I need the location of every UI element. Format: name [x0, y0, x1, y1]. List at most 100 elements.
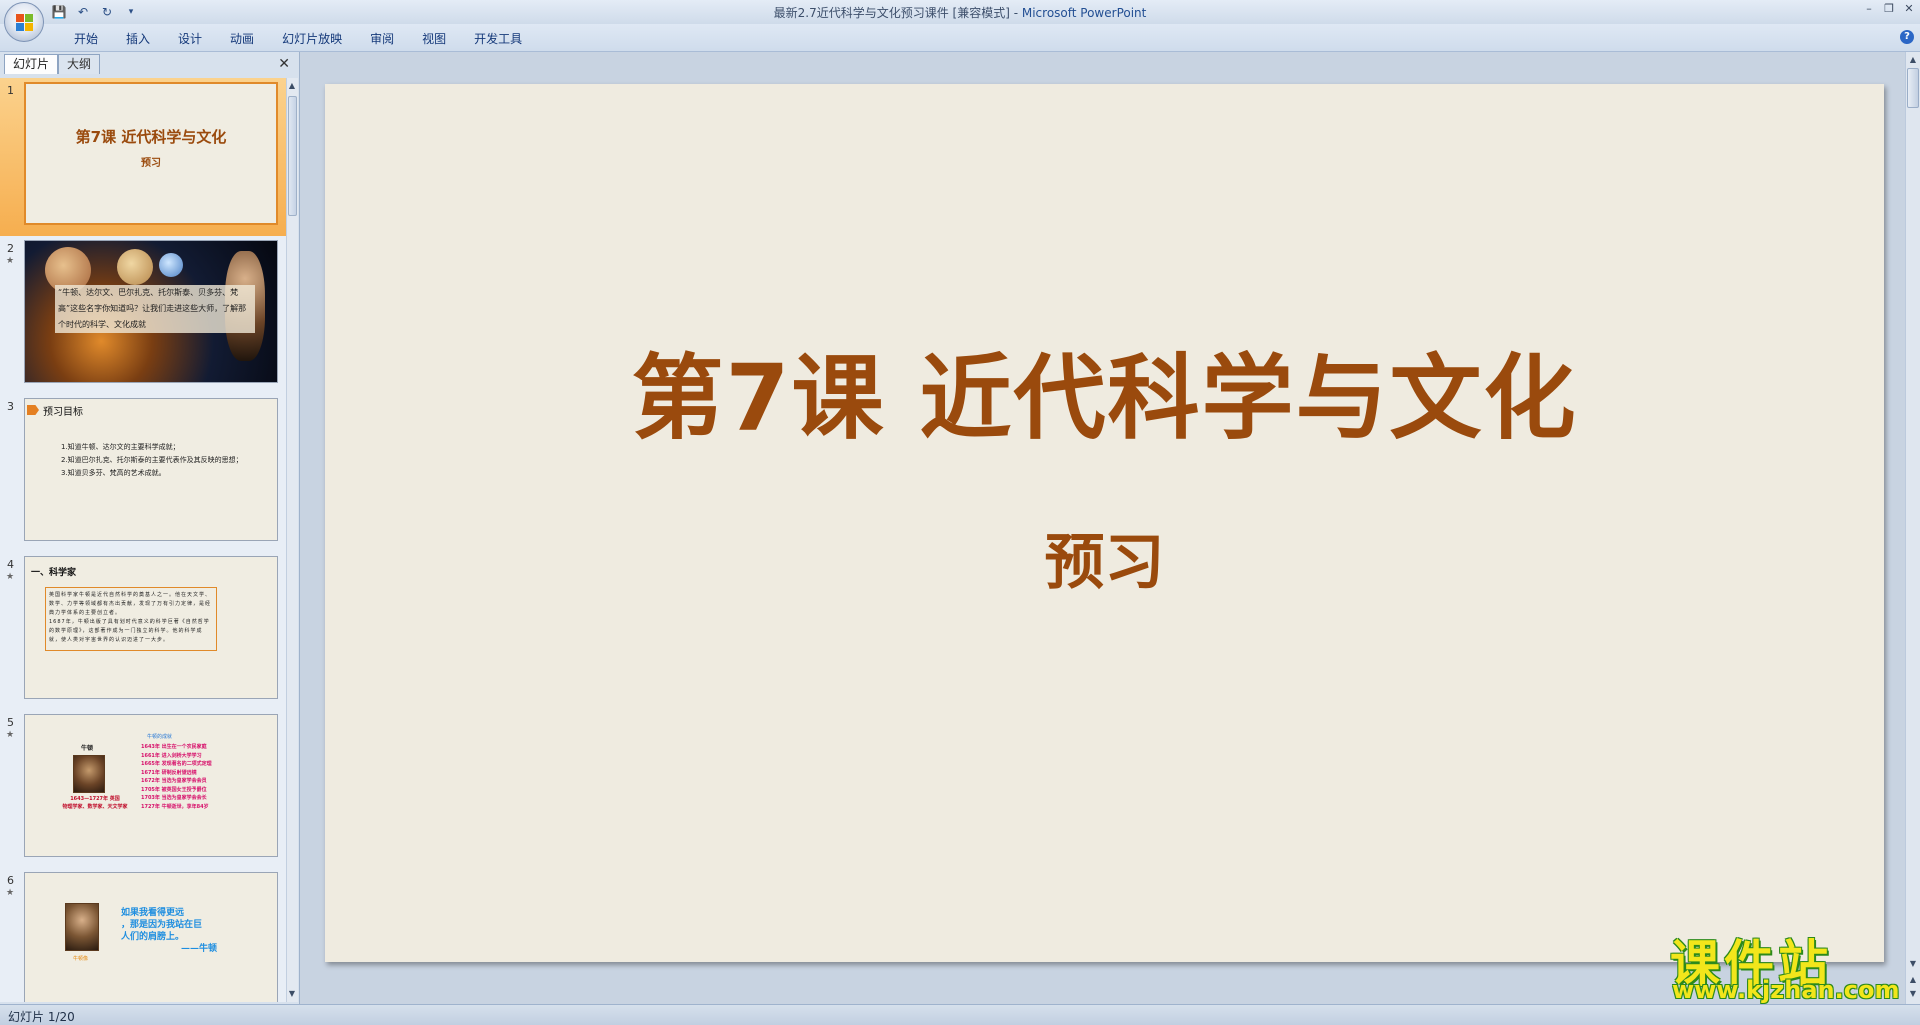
animation-icon: ★: [6, 888, 15, 898]
slide-number: 5: [7, 716, 14, 729]
restore-icon[interactable]: ❐: [1882, 2, 1896, 16]
thumb-portrait-caption: 牛顿像: [73, 956, 89, 962]
slide-title[interactable]: 第7课 近代科学与文化: [325, 324, 1884, 457]
scroll-up-icon[interactable]: ▲: [287, 80, 297, 92]
scroll-up-icon[interactable]: ▲: [1908, 54, 1918, 66]
quote-line: ，那是因为我站在巨: [121, 920, 203, 930]
tab-insert[interactable]: 插入: [112, 29, 164, 49]
thumb-paragraph: 英国科学家牛顿是近代自然科学的奠基人之一。他在天文学、数学、力学等领域都有杰出贡…: [49, 592, 212, 616]
list-item: 1703年 当选为皇家学会会长: [141, 795, 207, 801]
caption-line: 1643—1727年 英国: [70, 796, 120, 802]
tab-outline[interactable]: 大纲: [58, 54, 101, 74]
document-title: 最新2.7近代科学与文化预习课件 [兼容模式] -: [773, 6, 1022, 20]
thumb-goal-list: 1.知道牛顿、达尔文的主要科学成就； 2.知道巴尔扎克、托尔斯泰的主要代表作及其…: [61, 441, 243, 480]
watermark-logo: 课件站 www.kjzhan.com: [1670, 924, 1906, 1004]
close-pane-icon[interactable]: ✕: [278, 56, 290, 72]
thumb-text-box: 英国科学家牛顿是近代自然科学的奠基人之一。他在天文学、数学、力学等领域都有杰出贡…: [45, 587, 217, 651]
redo-icon[interactable]: ↻: [98, 3, 116, 21]
tab-slides[interactable]: 幻灯片: [4, 54, 59, 74]
tab-developer[interactable]: 开发工具: [460, 29, 536, 49]
thumb-paragraph: 1687年，牛顿出版了具有划时代意义的科学巨著《自然哲学的数学原理》，这部著作成…: [49, 619, 210, 643]
slide-subtitle[interactable]: 预习: [325, 514, 1884, 601]
slide-thumbnails: 1 第7课 近代科学与文化 预习 2 ★ “牛顿、达尔文、巴尔扎克、托尔斯泰、贝…: [0, 78, 286, 1002]
slide-editing-area: 第7课 近代科学与文化 预习: [300, 52, 1905, 1004]
thumb-portrait-caption: 1643—1727年 英国 物理学家、数学家、天文学家: [55, 795, 135, 811]
slide-thumbnail-6[interactable]: 如果我看得更远 ，那是因为我站在巨 人们的肩膀上。 ——牛顿 牛顿像: [24, 872, 278, 1002]
caption-line: 物理学家、数学家、天文学家: [62, 804, 128, 810]
ribbon: 开始 插入 设计 动画 幻灯片放映 审阅 视图 开发工具 ?: [0, 24, 1920, 52]
minimize-icon[interactable]: –: [1862, 2, 1876, 16]
thumbnail-row-3[interactable]: 3 预习目标 1.知道牛顿、达尔文的主要科学成就； 2.知道巴尔扎克、托尔斯泰的…: [0, 394, 286, 552]
portrait-image: [73, 755, 105, 793]
next-slide-icon[interactable]: ▼: [1908, 988, 1918, 1000]
current-slide[interactable]: 第7课 近代科学与文化 预习: [325, 84, 1884, 962]
title-bar: 最新2.7近代科学与文化预习课件 [兼容模式] - Microsoft Powe…: [0, 0, 1920, 24]
list-item: 1727年 牛顿逝世，享年84岁: [141, 803, 209, 810]
list-item: 1705年 被英国女王授予爵位: [141, 786, 207, 793]
thumb-heading: 牛顿的成就: [147, 734, 173, 740]
status-bar: 幻灯片 1/20: [0, 1004, 1920, 1025]
scroll-down-icon[interactable]: ▼: [1908, 958, 1918, 970]
quick-access-toolbar: 💾 ↶ ↻ ▾: [50, 3, 140, 21]
list-item: 1671年 研制反射望远镜: [141, 769, 197, 776]
thumb-heading: 一、科学家: [31, 568, 77, 578]
thumb-portrait-name: 牛顿: [81, 745, 94, 752]
tab-review[interactable]: 审阅: [356, 29, 408, 49]
quote-line: ——牛顿: [181, 944, 218, 954]
undo-icon[interactable]: ↶: [74, 3, 92, 21]
scroll-down-icon[interactable]: ▼: [287, 988, 297, 1000]
slide-thumbnail-5[interactable]: 牛顿 1643—1727年 英国 物理学家、数学家、天文学家 牛顿的成就 164…: [24, 714, 278, 857]
thumbnail-row-6[interactable]: 6 ★ 如果我看得更远 ，那是因为我站在巨 人们的肩膀上。 ——牛顿 牛顿像: [0, 868, 286, 1002]
thumb-timeline: 1643年 出生在一个农民家庭 1661年 进入剑桥大学学习 1665年 发现著…: [141, 743, 212, 811]
tab-animations[interactable]: 动画: [216, 29, 268, 49]
quote-line: 如果我看得更远: [121, 908, 185, 918]
scrollbar-thumb[interactable]: [288, 96, 297, 216]
slide-thumbnail-1[interactable]: 第7课 近代科学与文化 预习: [24, 82, 278, 225]
slides-pane: 幻灯片 大纲 ✕ 1 第7课 近代科学与文化 预习 2 ★ “牛顿、达尔文、巴尔…: [0, 52, 300, 1004]
thumbnail-row-4[interactable]: 4 ★ 一、科学家 英国科学家牛顿是近代自然科学的奠基人之一。他在天文学、数学、…: [0, 552, 286, 710]
customize-qat-icon[interactable]: ▾: [122, 3, 140, 21]
thumb-body-text: “牛顿、达尔文、巴尔扎克、托尔斯泰、贝多芬、梵高”这些名字你知道吗？让我们走进这…: [55, 285, 255, 333]
slide-thumbnail-2[interactable]: “牛顿、达尔文、巴尔扎克、托尔斯泰、贝多芬、梵高”这些名字你知道吗？让我们走进这…: [24, 240, 278, 383]
pane-tabs: 幻灯片 大纲 ✕: [2, 54, 298, 76]
animation-icon: ★: [6, 256, 15, 266]
thumb-quote: 如果我看得更远 ，那是因为我站在巨 人们的肩膀上。 ——牛顿: [121, 907, 217, 955]
tab-design[interactable]: 设计: [164, 29, 216, 49]
bullet-flag-icon: [27, 405, 39, 415]
slide-number: 2: [7, 242, 14, 255]
office-button[interactable]: [4, 2, 44, 42]
tab-slideshow[interactable]: 幻灯片放映: [268, 29, 356, 49]
thumb-title: 第7课 近代科学与文化: [75, 128, 227, 146]
scrollbar-thumb[interactable]: [1907, 68, 1919, 108]
slide-number: 4: [7, 558, 14, 571]
list-item: 1.知道牛顿、达尔文的主要科学成就；: [61, 443, 180, 451]
slide-number: 3: [7, 400, 14, 413]
list-item: 1643年 出生在一个农民家庭: [141, 744, 207, 750]
help-icon[interactable]: ?: [1900, 30, 1914, 44]
list-item: 2.知道巴尔扎克、托尔斯泰的主要代表作及其反映的思想；: [61, 456, 243, 464]
close-icon[interactable]: ✕: [1902, 2, 1916, 16]
window-controls: – ❐ ✕: [1862, 2, 1916, 16]
slide-number: 6: [7, 874, 14, 887]
thumbnails-scrollbar[interactable]: ▲ ▼: [286, 78, 298, 1002]
slide-scrollbar[interactable]: ▲ ▼ ▲ ▼: [1905, 52, 1920, 1004]
animation-icon: ★: [6, 572, 15, 582]
office-logo-icon: [16, 14, 34, 32]
app-name: Microsoft PowerPoint: [1021, 6, 1147, 20]
thumbnail-row-5[interactable]: 5 ★ 牛顿 1643—1727年 英国 物理学家、数学家、天文学家 牛顿的成就…: [0, 710, 286, 868]
list-item: 1661年 进入剑桥大学学习: [141, 752, 202, 759]
list-item: 1672年 当选为皇家学会会员: [141, 778, 207, 784]
save-icon[interactable]: 💾: [50, 3, 68, 21]
planet-image: [117, 249, 153, 285]
slide-thumbnail-3[interactable]: 预习目标 1.知道牛顿、达尔文的主要科学成就； 2.知道巴尔扎克、托尔斯泰的主要…: [24, 398, 278, 541]
tab-view[interactable]: 视图: [408, 29, 460, 49]
tab-home[interactable]: 开始: [60, 29, 112, 49]
ribbon-tabs: 开始 插入 设计 动画 幻灯片放映 审阅 视图 开发工具: [60, 29, 536, 49]
slide-thumbnail-4[interactable]: 一、科学家 英国科学家牛顿是近代自然科学的奠基人之一。他在天文学、数学、力学等领…: [24, 556, 278, 699]
quote-line: 人们的肩膀上。: [121, 932, 185, 942]
watermark-url: www.kjzhan.com: [1672, 976, 1900, 1004]
previous-slide-icon[interactable]: ▲: [1908, 974, 1918, 986]
window-title: 最新2.7近代科学与文化预习课件 [兼容模式] - Microsoft Powe…: [0, 4, 1920, 21]
thumbnail-row-2[interactable]: 2 ★ “牛顿、达尔文、巴尔扎克、托尔斯泰、贝多芬、梵高”这些名字你知道吗？让我…: [0, 236, 286, 394]
thumbnail-row-1[interactable]: 1 第7课 近代科学与文化 预习: [0, 78, 286, 236]
